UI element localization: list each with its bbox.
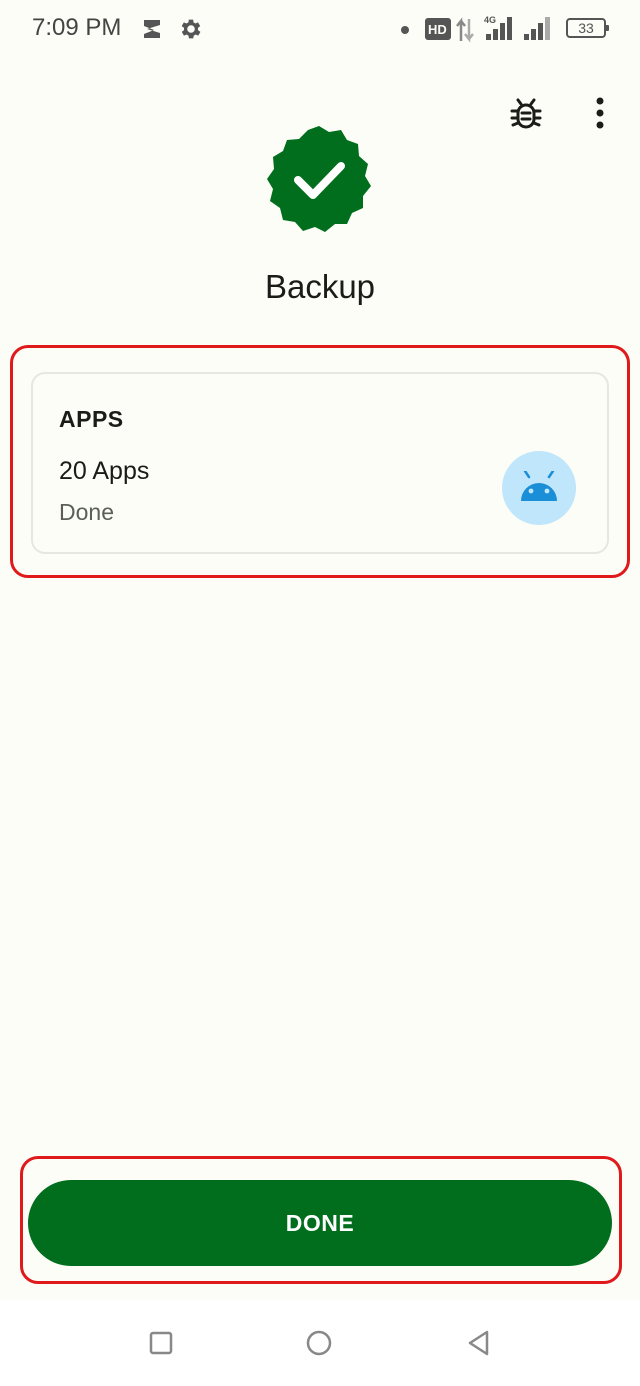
done-button[interactable]: DONE xyxy=(28,1180,612,1266)
signal-icon xyxy=(524,17,550,40)
hd-icon: HD xyxy=(425,18,451,40)
android-avatar xyxy=(502,451,576,525)
recents-square-icon[interactable] xyxy=(148,1330,174,1356)
signal-4g-icon: 4G xyxy=(484,15,512,40)
android-icon xyxy=(521,471,557,501)
back-triangle-icon[interactable] xyxy=(466,1330,492,1356)
card-heading: APPS xyxy=(59,406,124,432)
bug-icon[interactable] xyxy=(508,96,544,132)
more-vert-icon[interactable] xyxy=(588,96,612,132)
apps-backup-card[interactable]: APPS 20 Apps Done xyxy=(31,372,609,554)
navigation-bar xyxy=(0,1300,640,1386)
check-badge-icon xyxy=(267,126,371,232)
status-time: 7:09 PM xyxy=(32,14,122,41)
home-circle-icon[interactable] xyxy=(306,1330,332,1356)
status-bar: 7:09 PM HD 4G 33 xyxy=(0,0,640,60)
svg-text:4G: 4G xyxy=(484,15,496,25)
backup-status: Done xyxy=(59,499,114,525)
gear-icon xyxy=(181,19,201,39)
data-arrows-icon xyxy=(456,17,474,43)
battery-icon: 33 xyxy=(566,18,609,38)
apps-count: 20 Apps xyxy=(59,457,150,485)
notification-dot xyxy=(401,26,409,34)
page-title: Backup xyxy=(264,268,376,305)
shield-icon xyxy=(144,20,160,38)
svg-text:HD: HD xyxy=(428,22,447,37)
